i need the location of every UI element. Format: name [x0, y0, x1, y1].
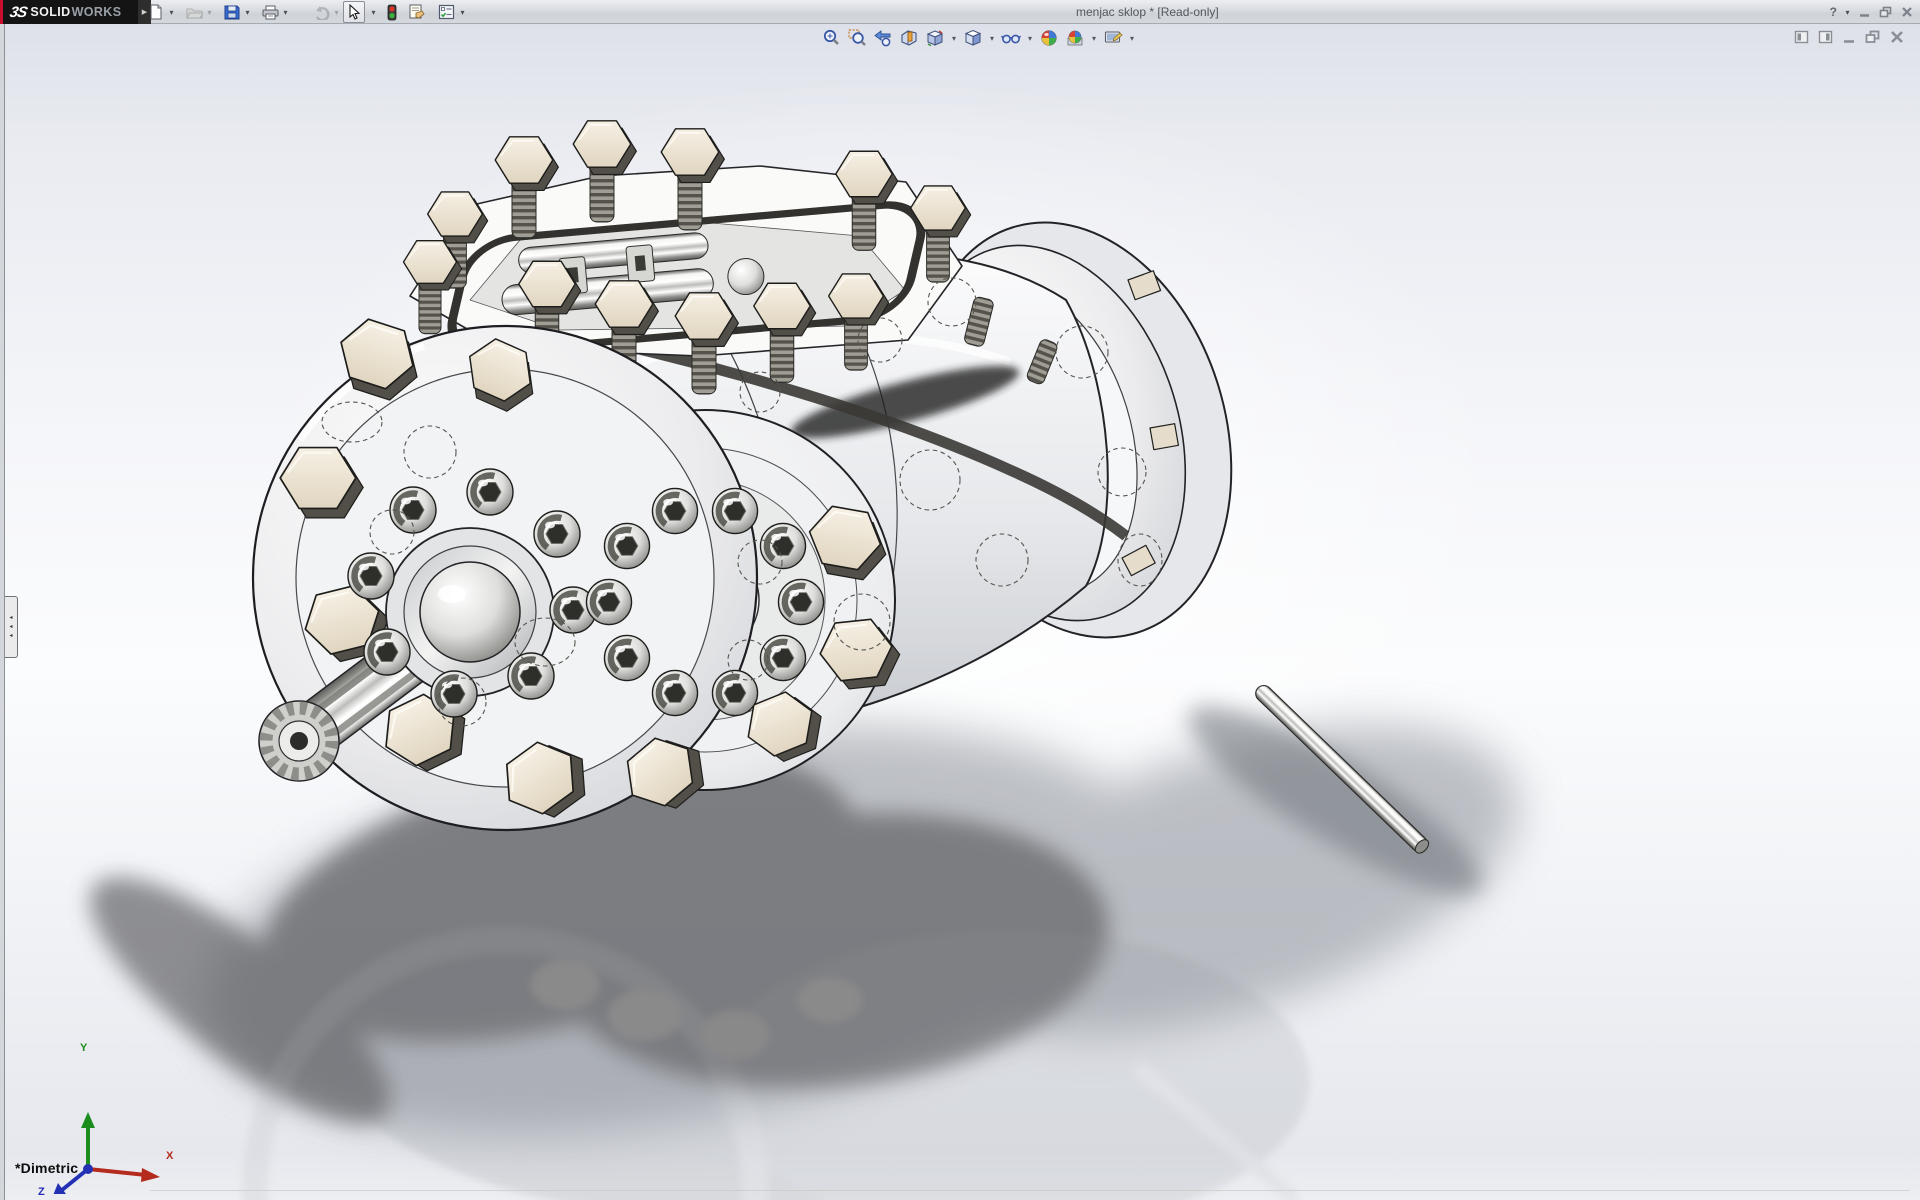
close-button[interactable]	[1898, 4, 1916, 20]
color-ball-icon	[1040, 29, 1058, 47]
select-dropdown[interactable]: ▾	[368, 1, 379, 23]
view-orientation-label: *Dimetric	[15, 1160, 78, 1176]
viewport-left-border	[0, 24, 5, 1200]
new-document-icon	[148, 4, 164, 20]
save-diskette-icon	[224, 4, 240, 20]
brand-text-bold: SOLID	[30, 5, 70, 19]
window-title: menjac sklop * [Read-only]	[1076, 5, 1219, 19]
solidworks-logo: 3S SOLID WORKS	[0, 0, 138, 24]
edit-appearance-button[interactable]	[1036, 28, 1062, 49]
restore-button[interactable]	[1877, 4, 1895, 20]
printer-icon	[262, 5, 279, 20]
minimize-document-icon	[1843, 31, 1856, 44]
monitor-pencil-icon	[1104, 29, 1123, 47]
triad-x-label: X	[166, 1150, 173, 1162]
new-document-dropdown[interactable]: ▾	[166, 1, 177, 23]
rebuild-button[interactable]	[381, 1, 403, 23]
new-document-button[interactable]	[145, 1, 167, 23]
options-dropdown[interactable]: ▾	[457, 1, 468, 23]
apply-scene-dropdown[interactable]: ▾	[1088, 28, 1100, 49]
floor-reflection-line	[150, 1190, 1910, 1191]
traffic-light-icon	[387, 4, 397, 21]
undo-dropdown[interactable]: ▾	[331, 1, 342, 23]
minimize-document-button[interactable]	[1840, 29, 1858, 45]
shaded-cube-icon	[964, 29, 982, 47]
brand-text-light: WORKS	[72, 5, 122, 19]
restore-document-button[interactable]	[1864, 29, 1882, 45]
spline-end[interactable]	[259, 701, 339, 781]
section-view-button[interactable]	[896, 28, 922, 49]
magnifier-area-icon	[848, 29, 866, 47]
display-style-button[interactable]	[960, 28, 986, 49]
print-dropdown[interactable]: ▾	[280, 1, 291, 23]
zoom-to-fit-button[interactable]	[818, 28, 844, 49]
pane-right-icon	[1818, 30, 1833, 44]
view-orientation-button[interactable]	[922, 28, 948, 49]
save-button[interactable]	[221, 1, 243, 23]
print-button[interactable]	[259, 1, 281, 23]
orientation-cube-icon	[926, 29, 944, 47]
view-orientation-dropdown[interactable]: ▾	[948, 28, 960, 49]
minimize-icon	[1859, 6, 1871, 18]
open-dropdown[interactable]: ▾	[204, 1, 215, 23]
scene-ball-icon	[1066, 29, 1084, 47]
collapse-arrow-icon: ◂	[9, 633, 12, 639]
hide-show-items-dropdown[interactable]: ▾	[1024, 28, 1036, 49]
undo-arrow-icon	[314, 5, 331, 20]
featuremanager-collapsed-tab[interactable]: ◂ ◂ ◂	[5, 596, 18, 658]
solidworks-3s-icon: 3S	[8, 4, 28, 21]
solidworks-window: 3S SOLID WORKS ▶ ▾ ▾ ▾	[0, 0, 1920, 1200]
open-button[interactable]	[183, 1, 205, 23]
titlebar: 3S SOLID WORKS ▶ ▾ ▾ ▾	[0, 0, 1920, 24]
graphics-area[interactable]: ▾ ▾ ▾	[0, 24, 1920, 1200]
options-button[interactable]	[435, 1, 457, 23]
undo-button[interactable]	[311, 1, 333, 23]
document-window-controls	[1792, 29, 1906, 45]
close-document-icon	[1890, 30, 1904, 44]
collapse-arrow-icon: ◂	[9, 624, 12, 630]
select-button[interactable]	[343, 1, 365, 23]
file-properties-button[interactable]	[405, 1, 427, 23]
logo-accent-stripe	[0, 0, 3, 24]
help-button[interactable]: ?	[1828, 5, 1839, 19]
zoom-to-area-button[interactable]	[844, 28, 870, 49]
options-checklist-icon	[438, 4, 455, 20]
minimize-button[interactable]	[1856, 4, 1874, 20]
close-document-button[interactable]	[1888, 29, 1906, 45]
restore-document-icon	[1865, 30, 1881, 44]
help-dropdown[interactable]: ▾	[1842, 1, 1853, 23]
file-properties-icon	[408, 4, 425, 20]
section-cut-icon	[900, 29, 918, 47]
apply-scene-button[interactable]	[1062, 28, 1088, 49]
magnifier-icon	[822, 29, 840, 47]
save-dropdown[interactable]: ▾	[242, 1, 253, 23]
toggle-right-pane-button[interactable]	[1816, 29, 1834, 45]
triad-y-label: Y	[80, 1042, 87, 1054]
view-settings-button[interactable]	[1100, 28, 1126, 49]
close-icon	[1901, 6, 1913, 18]
triad-z-label: Z	[38, 1186, 45, 1198]
pane-left-icon	[1794, 30, 1809, 44]
restore-icon	[1879, 6, 1893, 18]
headsup-view-toolbar: ▾ ▾ ▾	[818, 27, 1138, 49]
display-style-dropdown[interactable]: ▾	[986, 28, 998, 49]
model-canvas[interactable]	[0, 24, 1920, 1200]
previous-view-button[interactable]	[870, 28, 896, 49]
back-arrow-lens-icon	[874, 29, 892, 47]
toggle-left-pane-button[interactable]	[1792, 29, 1810, 45]
select-cursor-icon	[347, 4, 361, 20]
collapse-arrow-icon: ◂	[9, 615, 12, 621]
view-settings-dropdown[interactable]: ▾	[1126, 28, 1138, 49]
eyeglasses-icon	[1001, 29, 1021, 47]
hide-show-items-button[interactable]	[998, 28, 1024, 49]
open-folder-icon	[186, 5, 203, 20]
